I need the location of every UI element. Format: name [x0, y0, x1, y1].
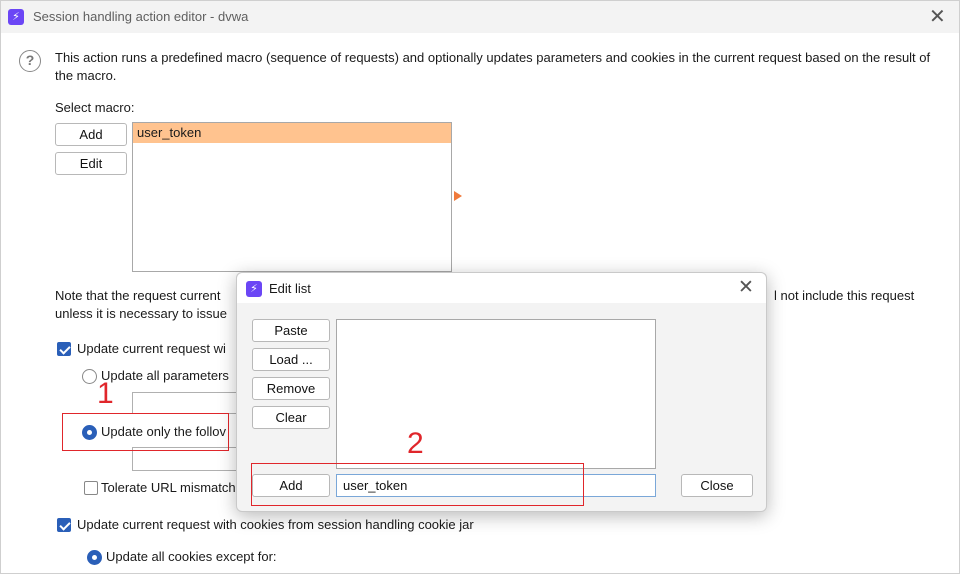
add-macro-button[interactable]: Add: [55, 123, 127, 146]
action-description: This action runs a predefined macro (seq…: [55, 50, 931, 83]
update-all-params-label: Update all parameters: [101, 368, 229, 383]
help-icon[interactable]: ?: [19, 50, 41, 72]
dialog-title: Edit list: [269, 281, 311, 296]
update-all-params-radio[interactable]: [82, 369, 97, 384]
update-cookies-checkbox[interactable]: [57, 518, 71, 532]
edit-macro-button[interactable]: Edit: [55, 152, 127, 175]
close-dialog-button[interactable]: Close: [681, 474, 753, 497]
window-title: Session handling action editor - dvwa: [33, 9, 249, 24]
dialog-title-bar: ⚡ Edit list ✕: [237, 273, 766, 303]
load-button[interactable]: Load ...: [252, 348, 330, 371]
paste-button[interactable]: Paste: [252, 319, 330, 342]
update-params-checkbox[interactable]: [57, 342, 71, 356]
expand-arrow-icon[interactable]: [454, 191, 462, 201]
app-bolt-icon: ⚡: [8, 9, 24, 25]
annotation-box-1: [62, 413, 229, 451]
macro-list-item[interactable]: user_token: [133, 123, 451, 143]
note-text-line1: Note that the request current: [55, 288, 221, 303]
params-field-top[interactable]: [132, 392, 242, 414]
app-bolt-icon: ⚡: [246, 281, 262, 297]
clear-button[interactable]: Clear: [252, 406, 330, 429]
close-icon[interactable]: ✕: [738, 278, 754, 298]
select-macro-label: Select macro:: [55, 100, 135, 115]
annotation-box-2: [251, 463, 584, 506]
edit-list-items[interactable]: [336, 319, 656, 469]
title-bar: ⚡ Session handling action editor - dvwa …: [1, 1, 959, 33]
note-text-line2: unless it is necessary to issue: [55, 306, 227, 321]
update-cookies-label: Update current request with cookies from…: [77, 517, 474, 532]
edit-list-dialog: ⚡ Edit list ✕ Paste Load ... Remove Clea…: [236, 272, 767, 512]
update-params-label: Update current request wi: [77, 341, 226, 356]
macro-list[interactable]: user_token: [132, 122, 452, 272]
annotation-number-1: 1: [97, 377, 114, 410]
update-all-cookies-label: Update all cookies except for:: [106, 549, 277, 564]
note-text-line1-end: l not include this request: [774, 288, 915, 303]
tolerate-url-mismatch-checkbox[interactable]: [84, 481, 98, 495]
tolerate-url-mismatch-label: Tolerate URL mismatch: [101, 480, 236, 495]
update-all-cookies-radio[interactable]: [87, 550, 102, 565]
annotation-number-2: 2: [407, 427, 424, 460]
remove-button[interactable]: Remove: [252, 377, 330, 400]
close-icon[interactable]: ✕: [929, 7, 946, 27]
